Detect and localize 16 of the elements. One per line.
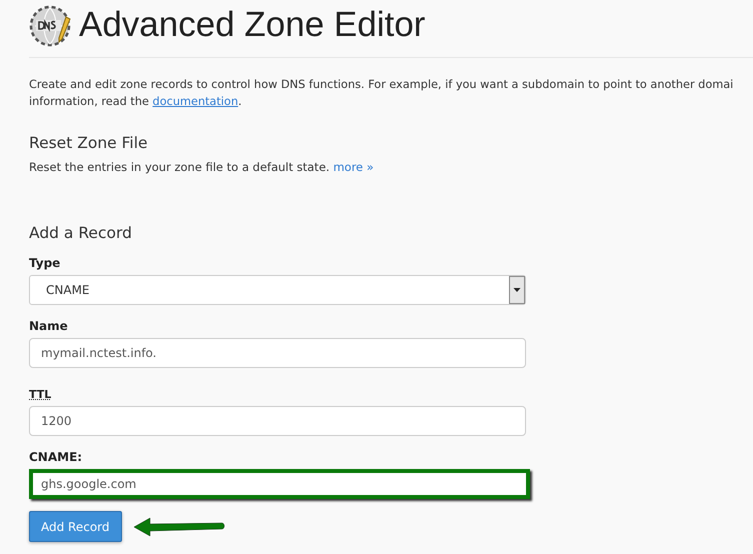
section-heading: Reset Zone File [29, 134, 149, 152]
intro-paragraph: Create and edit zone records to control how DNS functions. For example, if you want a subdomain to point to another domai information, read the documentation. [29, 77, 734, 110]
input-field[interactable]: ghs.google.com [29, 469, 530, 499]
page-title: Advanced Zone Editor [79, 5, 426, 45]
field-label: TTL [29, 388, 52, 401]
more-link[interactable]: more » [333, 160, 374, 174]
type-dropdown[interactable]: CNAME [29, 275, 526, 305]
input-field[interactable]: 1200 [29, 406, 526, 436]
field-label: Type [29, 256, 60, 270]
section-heading: Add a Record [29, 224, 133, 242]
dns-pencil-icon [29, 4, 73, 48]
reset-description: Reset the entries in your zone file to a default state. [29, 160, 330, 174]
documentation-link[interactable]: documentation [152, 95, 238, 108]
field-label: CNAME: [29, 450, 82, 464]
input-field[interactable]: mymail.nctest.info. [29, 338, 526, 368]
field-label: Name [29, 319, 68, 333]
